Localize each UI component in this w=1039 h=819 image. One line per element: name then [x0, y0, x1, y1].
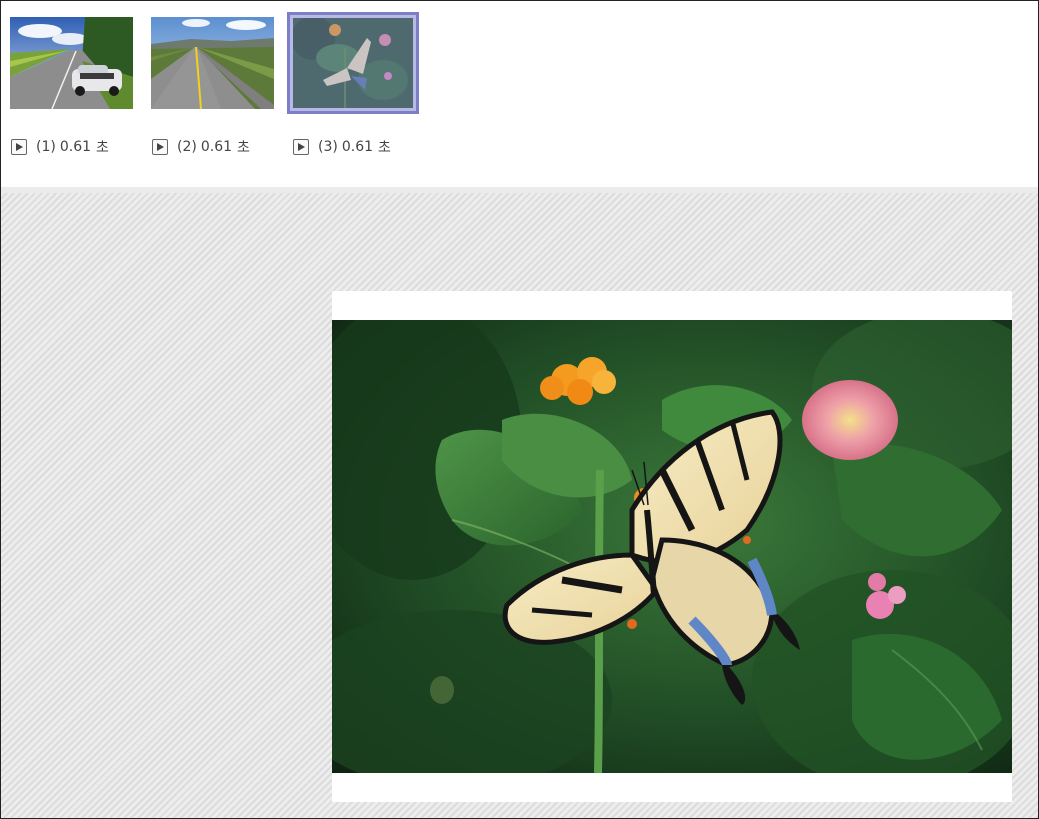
frame-label-3: (3) 0.61 초: [293, 136, 391, 158]
frame-duration[interactable]: 0.61: [201, 139, 232, 155]
frame-index: (1): [36, 139, 56, 155]
frame-label-2: (2) 0.61 초: [152, 136, 250, 158]
animation-editor-window: (1) 0.61 초 (2) 0.61 초 (3) 0.61 초: [0, 0, 1039, 819]
straight-road-image: [151, 17, 274, 109]
play-icon[interactable]: [11, 139, 27, 155]
frame-thumbnail-3[interactable]: [287, 12, 419, 114]
frame-thumbnail-1[interactable]: [10, 17, 133, 109]
frame-filmstrip: (1) 0.61 초 (2) 0.61 초 (3) 0.61 초: [1, 1, 1038, 187]
frame-duration[interactable]: 0.61: [60, 139, 91, 155]
preview-canvas[interactable]: [332, 291, 1012, 802]
road-car-image: [10, 17, 133, 109]
play-icon[interactable]: [293, 139, 309, 155]
butterfly-thumbnail-image: [293, 18, 413, 108]
frame-thumbnail-2[interactable]: [151, 17, 274, 109]
frame-duration[interactable]: 0.61: [342, 139, 373, 155]
frame-duration-unit: 초: [378, 140, 391, 156]
frame-index: (3): [318, 139, 338, 155]
frame-duration-unit: 초: [237, 140, 250, 156]
butterfly-image: [332, 320, 1012, 773]
frame-index: (2): [177, 139, 197, 155]
frame-duration-unit: 초: [96, 140, 109, 156]
preview-photo: [332, 320, 1012, 773]
frame-label-1: (1) 0.61 초: [11, 136, 109, 158]
play-icon[interactable]: [152, 139, 168, 155]
